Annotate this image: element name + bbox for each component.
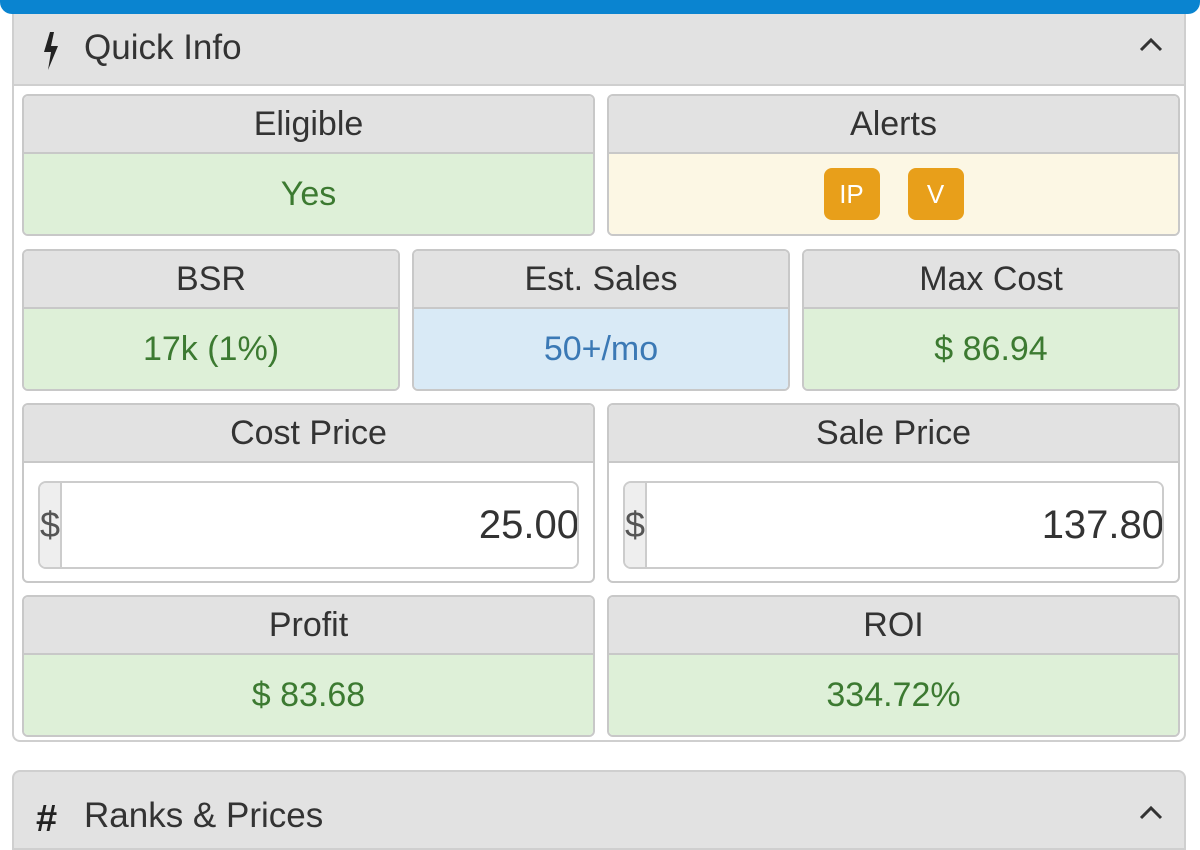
top-accent-strip [0, 0, 1200, 14]
quick-info-header[interactable]: Quick Info [14, 14, 1184, 86]
sale-price-label: Sale Price [609, 405, 1178, 463]
roi-value: 334.72% [609, 655, 1178, 735]
bolt-icon [44, 32, 58, 70]
bsr-value: 17k (1%) [24, 309, 398, 389]
est-sales-card: Est. Sales 50+/mo [412, 249, 790, 391]
cost-price-card: Cost Price $ [22, 403, 595, 583]
top-accent-bar [0, 0, 1200, 14]
quick-info-panel: Quick Info Eligible Yes Alerts IP V BSR … [12, 14, 1186, 742]
bsr-label: BSR [24, 251, 398, 309]
alerts-badges: IP V [609, 154, 1178, 234]
profit-value: $ 83.68 [24, 655, 593, 735]
max-cost-value: $ 86.94 [804, 309, 1178, 389]
chevron-up-icon[interactable] [1138, 32, 1164, 58]
max-cost-label: Max Cost [804, 251, 1178, 309]
max-cost-card: Max Cost $ 86.94 [802, 249, 1180, 391]
eligible-label: Eligible [24, 96, 593, 154]
sale-price-currency: $ [625, 483, 648, 567]
alert-badge-v[interactable]: V [907, 168, 964, 220]
hash-icon: # [36, 798, 58, 840]
sale-price-card: Sale Price $ [607, 403, 1180, 583]
cost-price-currency: $ [40, 483, 63, 567]
sale-price-input-group: $ [623, 481, 1164, 569]
roi-card: ROI 334.72% [607, 595, 1180, 737]
cost-price-input[interactable] [62, 483, 577, 567]
profit-card: Profit $ 83.68 [22, 595, 595, 737]
est-sales-value: 50+/mo [414, 309, 788, 389]
roi-label: ROI [609, 597, 1178, 655]
profit-label: Profit [24, 597, 593, 655]
chevron-up-icon[interactable] [1138, 800, 1164, 826]
ranks-prices-title: Ranks & Prices [84, 796, 324, 835]
cost-price-input-group: $ [38, 481, 579, 569]
eligible-card: Eligible Yes [22, 94, 595, 236]
alert-badge-ip[interactable]: IP [823, 168, 880, 220]
alerts-card: Alerts IP V [607, 94, 1180, 236]
bsr-card: BSR 17k (1%) [22, 249, 400, 391]
alerts-label: Alerts [609, 96, 1178, 154]
sale-price-input[interactable] [647, 483, 1162, 567]
cost-price-label: Cost Price [24, 405, 593, 463]
est-sales-label: Est. Sales [414, 251, 788, 309]
quick-info-title: Quick Info [84, 28, 242, 67]
eligible-value: Yes [24, 154, 593, 234]
ranks-prices-header[interactable]: # Ranks & Prices [12, 770, 1186, 850]
